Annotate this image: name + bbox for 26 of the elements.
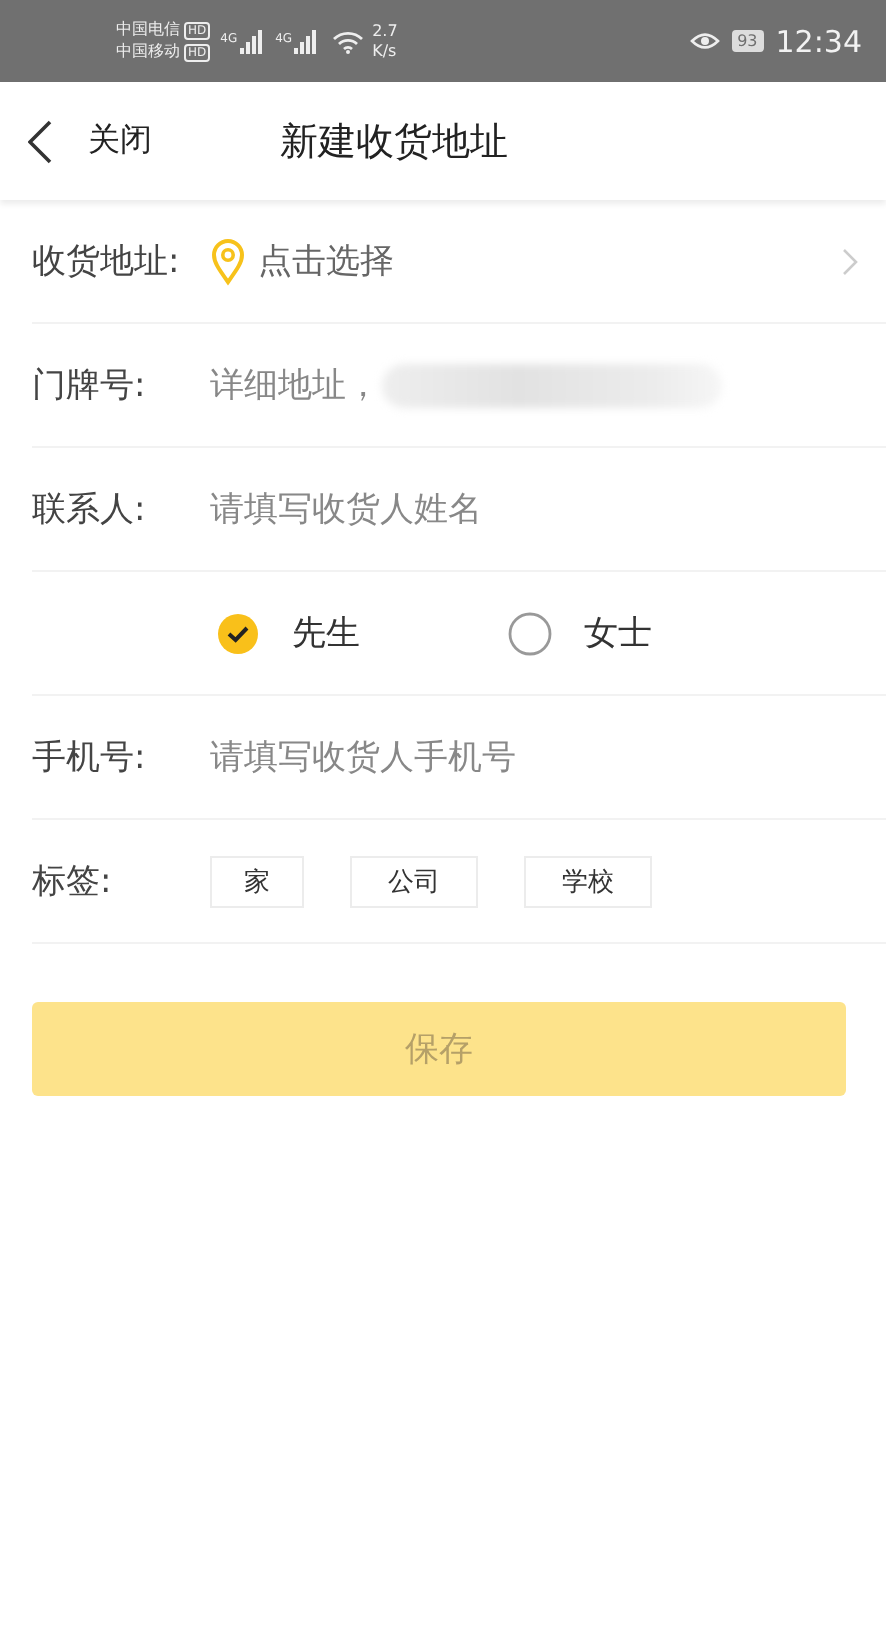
back-button[interactable]: 关闭 — [28, 119, 152, 163]
battery-level: 93 — [731, 30, 764, 52]
wifi-icon — [332, 29, 365, 53]
signal-icon — [239, 29, 266, 53]
net-speed-unit: K/s — [372, 41, 398, 61]
radio-option[interactable]: 先生 — [216, 610, 360, 656]
radio-option[interactable]: 女士 — [508, 610, 652, 656]
carrier-name: 中国电信 — [116, 20, 180, 40]
signal-icon — [294, 29, 321, 53]
page-title: 新建收货地址 — [280, 117, 508, 167]
back-icon — [28, 119, 52, 163]
chevron-right-icon — [842, 247, 858, 275]
eye-icon — [689, 30, 720, 52]
net-speed: 2.7 — [372, 21, 398, 41]
carrier-name: 中国移动 — [116, 42, 180, 62]
field-label: 标签: — [32, 860, 114, 904]
field-label: 联系人: — [32, 488, 148, 532]
field-label: 收货地址: — [32, 240, 182, 284]
location-pin-icon — [210, 237, 246, 285]
tag-chip[interactable]: 公司 — [350, 855, 478, 907]
field-label: 手机号: — [32, 736, 148, 780]
field-label: 门牌号: — [32, 364, 148, 408]
tag-chip[interactable]: 学校 — [524, 855, 652, 907]
address-picker[interactable]: 点击选择 — [210, 237, 858, 285]
tag-chip[interactable]: 家 — [210, 855, 304, 907]
clock: 12:34 — [775, 23, 862, 59]
